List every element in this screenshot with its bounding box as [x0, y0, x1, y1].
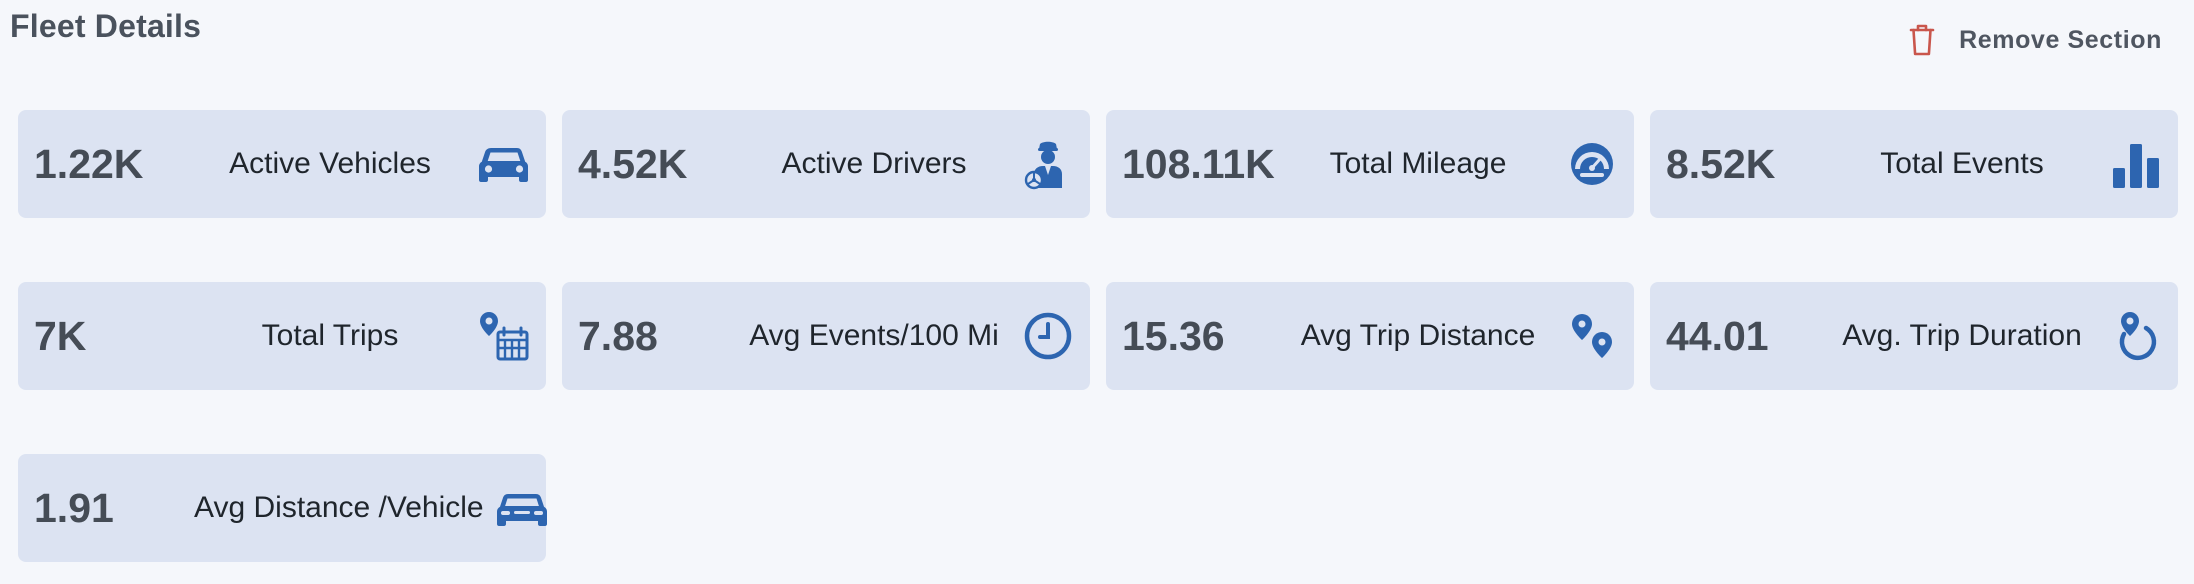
metric-value: 4.52K	[578, 140, 688, 187]
metric-label: Avg Distance /Vehicle	[194, 491, 484, 524]
metric-value: 44.01	[1666, 312, 1769, 359]
metric-label: Avg Events/100 Mi	[749, 319, 999, 352]
trip-calendar-icon	[478, 310, 530, 362]
bar-chart-icon	[2110, 138, 2162, 190]
metric-value: 1.22K	[34, 140, 144, 187]
metric-label: Total Mileage	[1329, 147, 1507, 180]
driver-icon	[1022, 138, 1074, 190]
metric-card-avg-distance-vehicle[interactable]: 1.91 Avg Distance /Vehicle	[18, 454, 548, 562]
metric-value: 8.52K	[1666, 140, 1776, 187]
metric-value: 108.11K	[1122, 140, 1275, 187]
metric-card-total-trips[interactable]: 7K Total Trips	[18, 282, 546, 390]
clock-icon	[1022, 310, 1074, 362]
metric-value: 7.88	[578, 312, 658, 359]
remove-section-button[interactable]: Remove Section	[1909, 20, 2162, 60]
metric-label: Avg Trip Distance	[1300, 319, 1536, 352]
metric-card-avg-events[interactable]: 7.88 Avg Events/100 Mi	[562, 282, 1090, 390]
metrics-grid: 1.22K Active Vehicles 4.52K Active Drive…	[18, 110, 2178, 562]
metric-label: Total Events	[1880, 147, 2044, 180]
vehicle-front-icon	[496, 482, 548, 534]
metric-value: 1.91	[34, 484, 114, 531]
metric-value: 7K	[34, 312, 87, 359]
section-title: Fleet Details	[10, 8, 202, 44]
pin-duration-icon	[2110, 310, 2162, 362]
metric-card-total-events[interactable]: 8.52K Total Events	[1650, 110, 2178, 218]
car-icon	[478, 138, 530, 190]
remove-section-label: Remove Section	[1959, 25, 2162, 54]
speedometer-icon	[1566, 138, 1618, 190]
metric-label: Active Vehicles	[229, 147, 431, 180]
metric-value: 15.36	[1122, 312, 1225, 359]
metric-card-active-vehicles[interactable]: 1.22K Active Vehicles	[18, 110, 546, 218]
map-pins-icon	[1566, 310, 1618, 362]
trash-icon	[1909, 24, 1935, 56]
metric-card-avg-trip-distance[interactable]: 15.36 Avg Trip Distance	[1106, 282, 1634, 390]
metric-label: Total Trips	[261, 319, 399, 352]
metric-card-avg-trip-duration[interactable]: 44.01 Avg. Trip Duration	[1650, 282, 2178, 390]
metric-card-active-drivers[interactable]: 4.52K Active Drivers	[562, 110, 1090, 218]
metric-label: Avg. Trip Duration	[1842, 319, 2082, 352]
metric-label: Active Drivers	[781, 147, 967, 180]
metric-card-total-mileage[interactable]: 108.11K Total Mileage	[1106, 110, 1634, 218]
